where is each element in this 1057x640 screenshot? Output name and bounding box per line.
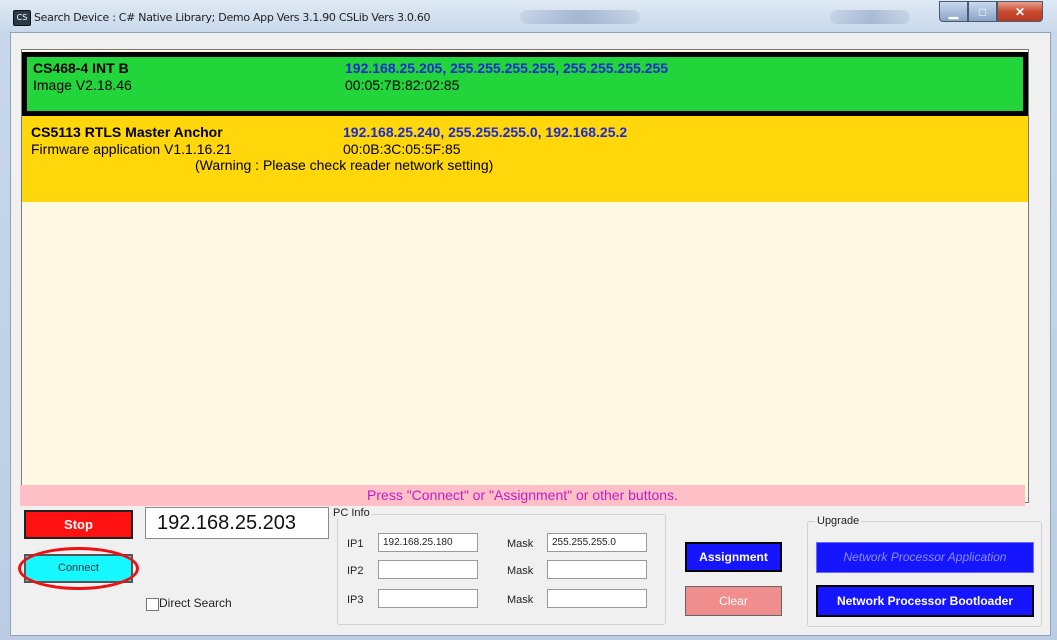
direct-search-label: Direct Search	[159, 596, 232, 610]
device-mac: 00:05:7B:82:02:85	[345, 77, 460, 93]
maximize-button[interactable]: □	[968, 1, 997, 22]
ip-address-display: 192.168.25.203	[145, 507, 329, 539]
upgrade-title: Upgrade	[815, 515, 862, 527]
device-row-cs5113[interactable]: CS5113 RTLS Master Anchor Firmware appli…	[22, 116, 1028, 202]
close-button[interactable]: ✕	[997, 1, 1043, 22]
title-bar[interactable]: CS Search Device : C# Native Library; De…	[0, 0, 1057, 32]
ip1-field[interactable]: 192.168.25.180	[378, 533, 478, 552]
ip3-label: IP3	[347, 594, 364, 606]
device-network: 192.168.25.205, 255.255.255.255, 255.255…	[345, 60, 669, 76]
mask3-label: Mask	[507, 594, 534, 606]
minimize-button[interactable]: ▁	[939, 1, 968, 22]
blurred-region	[830, 10, 910, 24]
highlight-circle	[18, 547, 139, 590]
device-list[interactable]: CS468-4 INT B Image V2.18.46 192.168.25.…	[21, 49, 1029, 503]
clear-button[interactable]: Clear	[685, 586, 782, 616]
mask1-field[interactable]: 255.255.255.0	[547, 533, 647, 552]
device-firmware: Firmware application V1.1.16.21	[31, 141, 232, 157]
device-name: CS468-4 INT B	[33, 60, 129, 76]
window-controls: ▁ □ ✕	[939, 1, 1043, 22]
assignment-button[interactable]: Assignment	[685, 542, 782, 572]
ip3-field[interactable]	[378, 589, 478, 608]
ip1-label: IP1	[347, 538, 364, 550]
status-message: Press "Connect" or "Assignment" or other…	[20, 485, 1025, 506]
app-icon: CS	[13, 10, 31, 26]
device-row-cs468[interactable]: CS468-4 INT B Image V2.18.46 192.168.25.…	[22, 52, 1028, 116]
mask2-label: Mask	[507, 565, 534, 577]
mask2-field[interactable]	[547, 560, 647, 579]
ip2-field[interactable]	[378, 560, 478, 579]
stop-button[interactable]: Stop	[24, 510, 133, 539]
pc-info-title: PC Info	[331, 507, 372, 519]
device-name: CS5113 RTLS Master Anchor	[31, 124, 223, 140]
maximize-icon: □	[978, 4, 987, 19]
minimize-icon: ▁	[948, 4, 959, 19]
mask1-label: Mask	[507, 538, 534, 550]
direct-search-checkbox[interactable]	[146, 598, 159, 611]
device-mac: 00:0B:3C:05:5F:85	[343, 141, 461, 157]
device-firmware: Image V2.18.46	[33, 77, 132, 93]
device-warning: (Warning : Please check reader network s…	[195, 157, 494, 173]
app-window: CS Search Device : C# Native Library; De…	[0, 0, 1057, 640]
network-processor-application-button[interactable]: Network Processor Application	[816, 542, 1034, 573]
ip2-label: IP2	[347, 565, 364, 577]
close-icon: ✕	[1014, 4, 1026, 19]
window-title: Search Device : C# Native Library; Demo …	[34, 11, 431, 24]
network-processor-bootloader-button[interactable]: Network Processor Bootloader	[816, 585, 1034, 617]
mask3-field[interactable]	[547, 589, 647, 608]
blurred-region	[520, 10, 640, 24]
client-area: CS468-4 INT B Image V2.18.46 192.168.25.…	[10, 32, 1051, 636]
device-network: 192.168.25.240, 255.255.255.0, 192.168.2…	[343, 124, 628, 140]
